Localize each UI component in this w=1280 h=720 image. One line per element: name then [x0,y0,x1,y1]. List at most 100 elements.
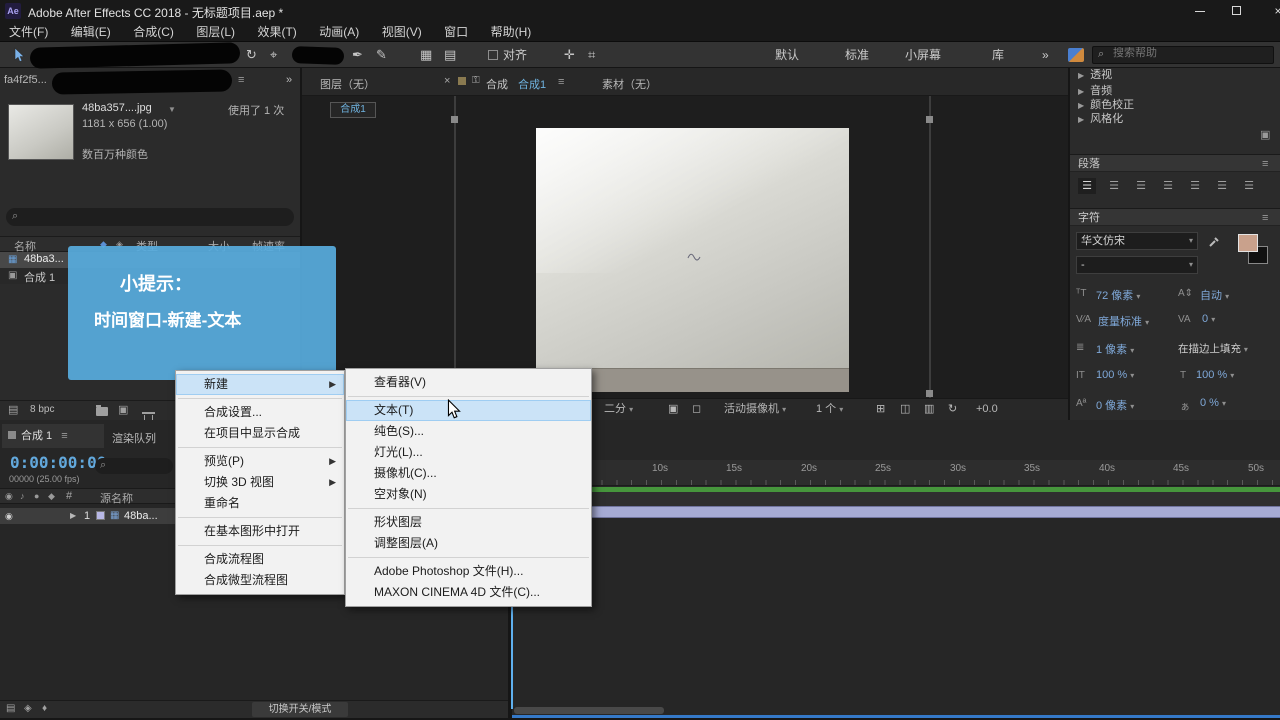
menu-item-camera[interactable]: 摄像机(C)... [346,463,591,484]
menu-item-cinema4d-file[interactable]: MAXON CINEMA 4D 文件(C)... [346,582,591,603]
menu-item-composition-settings[interactable]: 合成设置... [176,402,344,423]
horizontal-scrollbar[interactable] [514,707,664,714]
new-folder-icon[interactable] [96,407,108,416]
project-item-name[interactable]: 48ba3... [24,253,64,265]
solo-column-icon[interactable]: ● [34,491,39,501]
horizontal-scale-value[interactable]: 100 % ▾ [1196,369,1234,381]
tab-composition-name[interactable]: 合成1 [518,76,546,92]
effect-category-row[interactable]: ▶风格化 [1070,112,1280,126]
collapse-triangle-icon[interactable]: ▶ [1078,71,1084,80]
exposure-value[interactable]: +0.0 [976,398,998,420]
leading-value[interactable]: 自动 ▾ [1200,287,1229,303]
fill-stroke-mode-select[interactable]: 在描边上填充 ▾ [1178,341,1248,356]
selection-tool-icon[interactable] [14,47,26,64]
layer-duration-bar[interactable] [512,506,1280,518]
eyedropper-icon[interactable] [1208,234,1222,248]
menu-item-text[interactable]: 文本(T) [346,400,591,421]
menu-item-light[interactable]: 灯光(L)... [346,442,591,463]
menu-item-adjustment-layer[interactable]: 调整图层(A) [346,533,591,554]
track-tool-icon[interactable]: ⌗ [588,42,595,68]
menu-view[interactable]: 视图(V) [373,22,431,42]
resolution-select[interactable]: 二分 ▾ [604,398,633,421]
render-queue-tab[interactable]: 渲染队列 [112,430,156,446]
pen-tool-icon[interactable]: ✒ [352,42,363,68]
interpret-footage-icon[interactable]: ▤ [8,403,18,416]
time-ruler[interactable]: 10s 15s 20s 25s 30s 35s 40s 45s 50s [512,460,1280,486]
panel-menu-icon[interactable]: ≡ [1262,155,1268,173]
layer-color-chip[interactable] [96,511,105,520]
align-checkbox[interactable] [488,50,498,60]
menu-window[interactable]: 窗口 [435,22,477,42]
project-search-input[interactable]: ⌕ [6,208,294,226]
transparency-grid-icon[interactable]: ◻ [692,398,701,420]
layer-number-column[interactable]: # [66,490,72,502]
menu-help[interactable]: 帮助(H) [482,22,541,42]
menu-item-rename[interactable]: 重命名 [176,493,344,514]
justify-all-button[interactable]: ☰ [1240,178,1258,194]
menu-item-new[interactable]: 新建▶ [176,374,344,395]
menu-item-viewer[interactable]: 查看器(V) [346,372,591,393]
current-timecode[interactable]: 0:00:00:00 [10,453,106,472]
paragraph-panel-header[interactable]: 段落 ≡ [1070,154,1280,172]
reset-exposure-icon[interactable]: ↻ [948,398,957,420]
rect-tool-icon[interactable]: ▦ [420,42,432,68]
menu-effect[interactable]: 效果(T) [248,22,305,42]
menu-animation[interactable]: 动画(A) [310,22,368,42]
panel-menu-icon[interactable]: ≡ [238,74,244,86]
workspace-tab-standard[interactable]: 标准 [845,42,869,68]
viewer-guide-left[interactable] [454,96,456,398]
workspace-tab-small-screen[interactable]: 小屏幕 [905,42,941,68]
brush-tool-icon[interactable]: ✎ [376,42,387,68]
close-button[interactable]: × [1258,0,1280,22]
close-icon[interactable]: × [444,75,450,87]
region-of-interest-icon[interactable]: ▣ [668,398,678,420]
align-left-button[interactable]: ☰ [1078,178,1096,194]
justify-last-left-button[interactable]: ☰ [1159,178,1177,194]
collapse-triangle-icon[interactable]: ▶ [1078,87,1084,96]
camera-select[interactable]: 活动摄像机 ▾ [724,398,786,421]
panel-menu-icon[interactable]: ▣ [1260,128,1270,141]
align-right-button[interactable]: ☰ [1132,178,1150,194]
effect-category-row[interactable]: ▶颜色校正 [1070,98,1280,112]
camera-tool-icon[interactable]: ⌖ [270,42,277,68]
lock-column-icon[interactable]: ◆ [48,491,55,502]
panel-menu-icon[interactable]: ≡ [1262,209,1268,227]
menu-item-photoshop-file[interactable]: Adobe Photoshop 文件(H)... [346,561,591,582]
timeline-tab[interactable]: 合成 1 ≡ [2,424,104,448]
chevron-down-icon[interactable]: ▼ [168,105,176,114]
effect-category-row[interactable]: ▶透视 [1070,68,1280,80]
collapse-triangle-icon[interactable]: ▶ [1078,101,1084,110]
menu-edit[interactable]: 编辑(E) [62,22,120,42]
stroke-width-value[interactable]: 1 像素 ▾ [1096,341,1134,357]
font-style-select[interactable]: -▾ [1076,256,1198,274]
footage-thumbnail[interactable] [8,104,74,160]
character-panel-header[interactable]: 字符 ≡ [1070,208,1280,226]
grid-options-icon[interactable]: ⊞ [876,398,885,420]
graph-editor-icon[interactable]: ◈ [24,703,32,714]
new-composition-icon[interactable]: ▣ [118,403,128,416]
project-panel-tab[interactable]: fa4f2f5... [4,74,47,86]
help-search-input[interactable] [1113,47,1263,59]
collapse-triangle-icon[interactable]: ▶ [1078,115,1084,124]
footage-name[interactable]: 48ba357....jpg [82,102,152,114]
baseline-shift-value[interactable]: 0 像素 ▾ [1096,397,1134,413]
align-center-button[interactable]: ☰ [1105,178,1123,194]
vertical-scale-value[interactable]: 100 % ▾ [1096,369,1134,381]
tsume-value[interactable]: 0 % ▾ [1200,397,1226,409]
workspace-overflow-icon[interactable]: » [1042,42,1049,68]
justify-last-right-button[interactable]: ☰ [1213,178,1231,194]
tracking-value[interactable]: 0 ▾ [1202,313,1215,325]
toggle-switches-modes-button[interactable]: 切换开关/模式 [252,702,348,717]
fill-color-swatch[interactable] [1238,234,1258,252]
tab-footage[interactable]: 素材（无） [602,76,657,92]
expand-triangle-icon[interactable]: ▶ [70,511,76,520]
lock-icon[interactable]: ⚿ [472,75,480,86]
kerning-value[interactable]: 度量标准 ▾ [1098,313,1149,329]
menu-composition[interactable]: 合成(C) [124,22,183,42]
time-navigator-bar[interactable] [512,715,1280,718]
timeline-search-input[interactable]: ⌕ [95,458,173,474]
mask-tool-icon[interactable]: ▤ [444,42,456,68]
workspace-tab-library[interactable]: 库 [992,42,1004,68]
justify-last-center-button[interactable]: ☰ [1186,178,1204,194]
tab-composition-label[interactable]: 合成 [486,76,508,92]
